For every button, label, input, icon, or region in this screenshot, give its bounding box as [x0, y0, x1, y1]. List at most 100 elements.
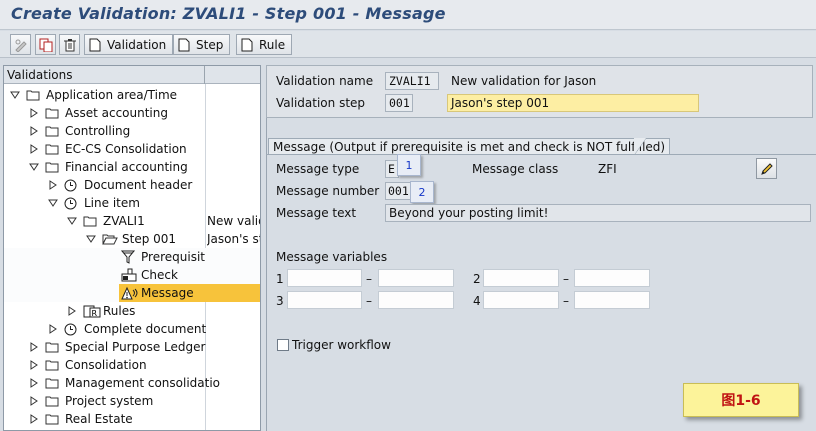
message-number-field[interactable]: 001 — [385, 182, 411, 200]
trigger-workflow-checkbox[interactable] — [277, 339, 289, 351]
display-change-button[interactable] — [10, 34, 31, 55]
step-description-field[interactable]: Jason's step 001 — [447, 94, 699, 112]
expanded-triangle-icon[interactable] — [10, 86, 20, 104]
variable-index-2: 2 — [473, 272, 481, 286]
collapsed-triangle-icon[interactable] — [48, 176, 58, 194]
expanded-triangle-icon[interactable] — [86, 230, 96, 248]
dash: – — [366, 294, 372, 308]
tree-node[interactable]: Project system — [4, 392, 260, 410]
tree-node-label: ZVALI1 — [103, 214, 145, 228]
validation-step-label: Validation step — [276, 96, 366, 110]
variable-1-field-a[interactable] — [287, 269, 362, 287]
variable-4-field-b[interactable] — [574, 291, 650, 309]
column-separator[interactable] — [204, 66, 205, 84]
message-icon — [121, 284, 141, 302]
clock-icon — [64, 176, 77, 194]
variable-1-field-b[interactable] — [378, 269, 454, 287]
tree-node-label: Step 001 — [122, 232, 177, 246]
message-text-label: Message text — [276, 206, 357, 220]
tree-node-label: Application area/Time — [46, 88, 178, 102]
message-variables-label: Message variables — [276, 250, 388, 264]
validation-step-field[interactable]: 001 — [385, 94, 413, 112]
tree-node[interactable]: Check — [4, 266, 260, 284]
collapsed-triangle-icon[interactable] — [48, 320, 58, 338]
variable-2-field-b[interactable] — [574, 269, 650, 287]
rule-button-label: Rule — [259, 37, 286, 52]
collapsed-triangle-icon[interactable] — [67, 302, 77, 320]
dash: – — [563, 294, 569, 308]
folder-open-icon — [102, 230, 118, 248]
prerequisite-icon — [121, 248, 135, 266]
variable-2-field-a[interactable] — [483, 269, 559, 287]
validation-name-text: New validation for Jason — [451, 74, 597, 88]
delete-button[interactable] — [59, 34, 80, 55]
tree-node-label: Check — [141, 268, 178, 282]
validation-button[interactable]: Validation — [84, 34, 174, 55]
validation-name-field[interactable]: ZVALI1 — [385, 72, 439, 90]
tree-node[interactable]: Controlling — [4, 122, 260, 140]
tree-node[interactable]: Financial accounting — [4, 158, 260, 176]
svg-text:R: R — [92, 309, 98, 318]
tree-header-label: Validations — [7, 68, 73, 82]
clock-icon — [64, 194, 77, 212]
dash: – — [563, 272, 569, 286]
collapsed-triangle-icon[interactable] — [29, 392, 39, 410]
tree-node-label: Complete document — [84, 322, 207, 336]
tree-node[interactable]: Real Estate — [4, 410, 260, 428]
tree-node[interactable]: Prerequisit — [4, 248, 260, 266]
tree-node[interactable]: Application area/Time — [4, 86, 260, 104]
folder-icon — [83, 212, 97, 230]
folder-icon — [45, 374, 59, 392]
copy-button[interactable] — [35, 34, 56, 55]
variable-4-field-a[interactable] — [483, 291, 559, 309]
folder-icon — [45, 140, 59, 158]
tab-message[interactable]: Message (Output if prerequisite is met a… — [268, 138, 671, 155]
tree-node[interactable]: Document header — [4, 176, 260, 194]
trash-icon — [63, 38, 76, 51]
tree-node[interactable]: Message — [4, 284, 260, 302]
edit-message-button[interactable] — [756, 158, 777, 179]
tree-node[interactable]: Complete document — [4, 320, 260, 338]
tree-node[interactable]: Step 001 Jason's st — [4, 230, 261, 248]
step-button[interactable]: Step — [173, 34, 231, 55]
collapsed-triangle-icon[interactable] — [29, 104, 39, 122]
tree-node[interactable]: Line item — [4, 194, 260, 212]
expanded-triangle-icon[interactable] — [67, 212, 77, 230]
tree-node[interactable]: Consolidation — [4, 356, 260, 374]
pencil-icon — [760, 162, 773, 175]
folder-icon — [45, 122, 59, 140]
tree-node[interactable]: Special Purpose Ledger — [4, 338, 260, 356]
tree-node-description: Jason's st — [207, 232, 261, 246]
collapsed-triangle-icon[interactable] — [29, 338, 39, 356]
tree-header: Validations — [4, 66, 260, 84]
tree-node[interactable]: R Rules — [4, 302, 260, 320]
copy-icon — [39, 38, 52, 52]
folder-icon — [26, 86, 40, 104]
message-class-value: ZFI — [598, 162, 617, 176]
message-text-field: Beyond your posting limit! — [385, 204, 811, 222]
dash: – — [366, 272, 372, 286]
variable-index-4: 4 — [473, 294, 481, 308]
variable-3-field-a[interactable] — [287, 291, 362, 309]
tree-node[interactable]: Management consolidatio — [4, 374, 260, 392]
pencil-glasses-icon — [14, 39, 27, 52]
variable-3-field-b[interactable] — [378, 291, 454, 309]
collapsed-triangle-icon[interactable] — [29, 122, 39, 140]
collapsed-triangle-icon[interactable] — [29, 410, 39, 428]
tree-node-label: Message — [141, 286, 194, 300]
new-document-icon — [241, 38, 253, 51]
tree-node[interactable]: Asset accounting — [4, 104, 260, 122]
expanded-triangle-icon[interactable] — [29, 158, 39, 176]
folder-icon — [45, 356, 59, 374]
clock-icon — [64, 320, 77, 338]
collapsed-triangle-icon[interactable] — [29, 140, 39, 158]
rule-button[interactable]: Rule — [236, 34, 293, 55]
validation-button-label: Validation — [107, 37, 167, 52]
collapsed-triangle-icon[interactable] — [29, 374, 39, 392]
collapsed-triangle-icon[interactable] — [29, 356, 39, 374]
tree-node-label: Asset accounting — [65, 106, 168, 120]
step-button-label: Step — [196, 37, 224, 52]
tree-node[interactable]: EC-CS Consolidation — [4, 140, 260, 158]
tree-node[interactable]: ZVALI1 New valid — [4, 212, 260, 230]
expanded-triangle-icon[interactable] — [48, 194, 58, 212]
